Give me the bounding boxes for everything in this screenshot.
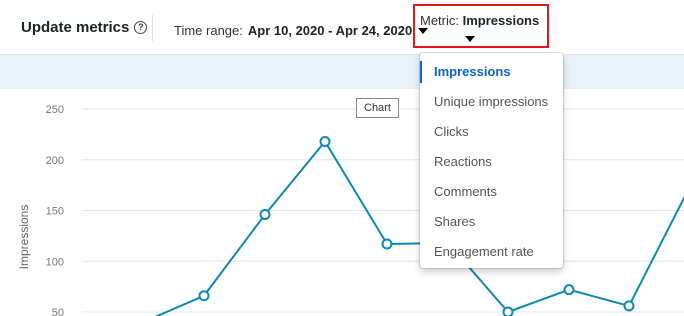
header-divider [152,15,153,41]
chart-toolbar-band [0,54,684,90]
header: Update metrics ? Time range: Apr 10, 202… [0,0,684,54]
y-tick-label: 100 [46,256,64,268]
metric-option[interactable]: Engagement rate [420,237,563,267]
metric-option[interactable]: Clicks [420,117,563,147]
time-range-value: Apr 10, 2020 - Apr 24, 2020 [247,23,413,38]
help-icon[interactable]: ? [134,21,148,34]
metric-option[interactable]: Comments [420,177,563,207]
metric-option[interactable]: Impressions [420,57,563,87]
data-point [563,284,575,296]
data-point [381,238,393,250]
impressions-chart: 250 200 150 100 50 Impressions [0,89,684,316]
metric-option[interactable]: Reactions [420,147,563,177]
chart-tooltip: Chart [356,98,399,118]
chart-svg: 250 200 150 100 50 Impressions [17,104,684,316]
metric-selector-label[interactable]: Metric: Impressions [420,13,539,28]
metric-option[interactable]: Unique impressions [420,87,563,117]
metric-dropdown-list: Impressions Unique impressions Clicks React… [420,53,563,267]
page-title-text: Update metrics [21,19,130,36]
metric-value: Impressions [462,13,540,28]
y-tick-label: 250 [46,104,64,116]
y-tick-label: 200 [46,155,64,167]
time-range-label: Time range: [174,23,243,38]
data-point [623,300,635,312]
y-tick-label: 50 [52,307,64,316]
data-point [319,135,331,147]
data-point [259,209,271,221]
data-point [502,306,514,316]
data-point [198,290,210,302]
metric-dropdown: Impressions Unique impressions Clicks React… [420,53,563,268]
time-range-selector[interactable]: Time range: Apr 10, 2020 - Apr 24, 2020 [174,23,429,38]
page-title: Update metrics ? [21,19,148,36]
y-tick-label: 150 [46,206,64,218]
y-axis-title: Impressions [17,205,31,270]
caret-down-icon[interactable] [465,36,475,42]
series-line [154,139,684,316]
metric-label: Metric: [420,13,459,28]
metric-option[interactable]: Shares [420,207,563,237]
